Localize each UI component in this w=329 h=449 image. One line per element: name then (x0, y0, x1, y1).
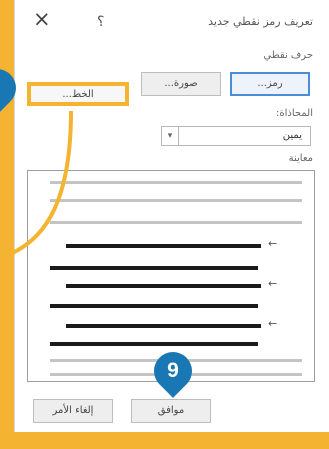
picture-button[interactable]: صورة... (141, 72, 221, 96)
preview-gray-line (50, 181, 302, 184)
bullet-arrow-icon: ← (268, 277, 278, 290)
preview-gray-line (50, 199, 302, 202)
help-icon[interactable]: ؟ (97, 14, 104, 30)
preview-text-line (50, 342, 258, 346)
bullet-arrow-icon: ← (268, 317, 278, 330)
preview-text-line (66, 284, 261, 288)
dialog-title: تعريف رمز نقطي جديد (208, 15, 313, 28)
alignment-select[interactable]: يمين ▾ (161, 126, 311, 146)
preview-label: معاينة (288, 153, 313, 164)
chevron-down-icon[interactable]: ▾ (162, 127, 179, 145)
close-icon[interactable]: × (33, 9, 51, 30)
preview-box: ← ← ← (27, 170, 315, 382)
preview-text-line (50, 304, 258, 308)
ok-button[interactable]: موافق (131, 399, 211, 423)
alignment-value: يمين (282, 130, 302, 141)
preview-text-line (66, 244, 261, 248)
step-9-label: 9 (167, 359, 179, 382)
bullet-arrow-icon: ← (268, 237, 278, 250)
alignment-label: المحاذاة: (276, 108, 313, 119)
bullet-character-label: حرف نقطي (263, 50, 313, 61)
preview-text-line (50, 266, 258, 270)
font-button[interactable]: الخط... (27, 82, 129, 106)
symbol-button[interactable]: رمز... (230, 72, 310, 96)
preview-gray-line (50, 221, 302, 224)
cancel-button[interactable]: إلغاء الأمر (33, 399, 113, 423)
preview-text-line (66, 324, 261, 328)
